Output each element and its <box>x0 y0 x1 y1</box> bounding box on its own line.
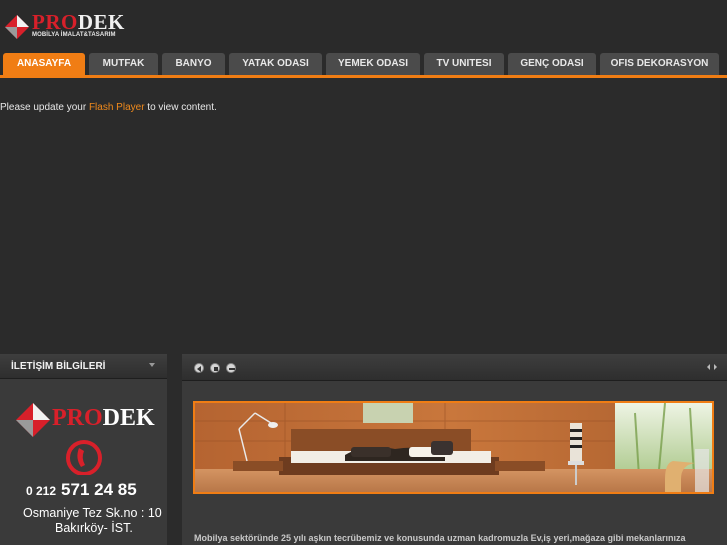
nav-accent-bar <box>0 75 727 78</box>
contact-panel: İLETİŞİM BİLGİLERİ PRODEK 0 212 571 24 85… <box>0 354 167 545</box>
contact-brand: PRODEK <box>52 405 155 431</box>
flash-player-link[interactable]: Flash Player <box>89 102 145 113</box>
logo-dek-text: DEK <box>77 10 125 34</box>
contact-panel-title: İLETİŞİM BİLGİLERİ <box>11 361 106 372</box>
tab-mutfak[interactable]: MUTFAK <box>89 53 158 75</box>
logo-mark-icon <box>5 15 29 39</box>
prev-button[interactable] <box>194 363 204 373</box>
flash-placeholder: Please update your Flash Player to view … <box>0 79 727 351</box>
expand-icon[interactable] <box>707 362 717 372</box>
flash-message-after: to view content. <box>144 102 217 113</box>
tab-yatak-odasi[interactable]: YATAK ODASI <box>229 53 322 75</box>
brand-pro-text: PRO <box>52 405 103 431</box>
collapse-arrow-icon[interactable] <box>149 363 155 367</box>
tab-genc-odasi[interactable]: GENÇ ODASI <box>508 53 596 75</box>
stop-icon <box>214 367 218 371</box>
logo-pro-text: PRO <box>32 10 78 34</box>
brand-dek-text: DEK <box>102 405 155 431</box>
address-line-2: Bakırköy- İST. <box>55 521 133 535</box>
brand-mark-icon <box>16 403 50 437</box>
prev-icon <box>197 366 201 372</box>
phone-icon <box>66 440 102 475</box>
contact-card: PRODEK 0 212 571 24 85 Osmaniye Tez Sk.no… <box>12 394 162 545</box>
bedroom-photo[interactable] <box>193 401 714 494</box>
slideshow-header <box>182 354 727 381</box>
stop-button[interactable] <box>210 363 220 373</box>
tab-banyo[interactable]: BANYO <box>162 53 225 75</box>
tab-yemek-odasi[interactable]: YEMEK ODASI <box>326 53 420 75</box>
company-description: Mobilya sektöründe 25 yılı aşkın tecrübe… <box>194 533 686 543</box>
phone-number[interactable]: 0 212 571 24 85 <box>26 480 137 500</box>
contact-panel-header[interactable]: İLETİŞİM BİLGİLERİ <box>0 354 167 379</box>
phone-digits: 571 24 85 <box>61 480 137 499</box>
logo-subtitle: MOBİLYA İMALAT&TASARIM <box>32 32 116 38</box>
address-line-1: Osmaniye Tez Sk.no : 10 <box>23 506 162 520</box>
minus-icon <box>229 368 235 370</box>
logo-wordmark: PRODEK <box>32 11 125 33</box>
minus-button[interactable] <box>226 363 236 373</box>
main-nav: ANASAYFA MUTFAK BANYO YATAK ODASI YEMEK … <box>0 52 727 79</box>
prodek-logo[interactable]: PRODEK MOBİLYA İMALAT&TASARIM <box>4 11 134 44</box>
flash-message-before: Please update your <box>0 102 89 113</box>
slideshow-panel: Mobilya sektöründe 25 yılı aşkın tecrübe… <box>182 354 727 545</box>
bedroom-scene-image <box>195 403 712 492</box>
phone-prefix: 0 212 <box>26 484 57 498</box>
tab-ofis-dekorasyon[interactable]: OFIS DEKORASYON <box>600 53 719 75</box>
site-header: PRODEK MOBİLYA İMALAT&TASARIM <box>0 0 727 50</box>
tab-anasayfa[interactable]: ANASAYFA <box>3 53 85 75</box>
flash-message: Please update your Flash Player to view … <box>0 102 217 113</box>
tab-tv-unitesi[interactable]: TV UNITESI <box>424 53 504 75</box>
